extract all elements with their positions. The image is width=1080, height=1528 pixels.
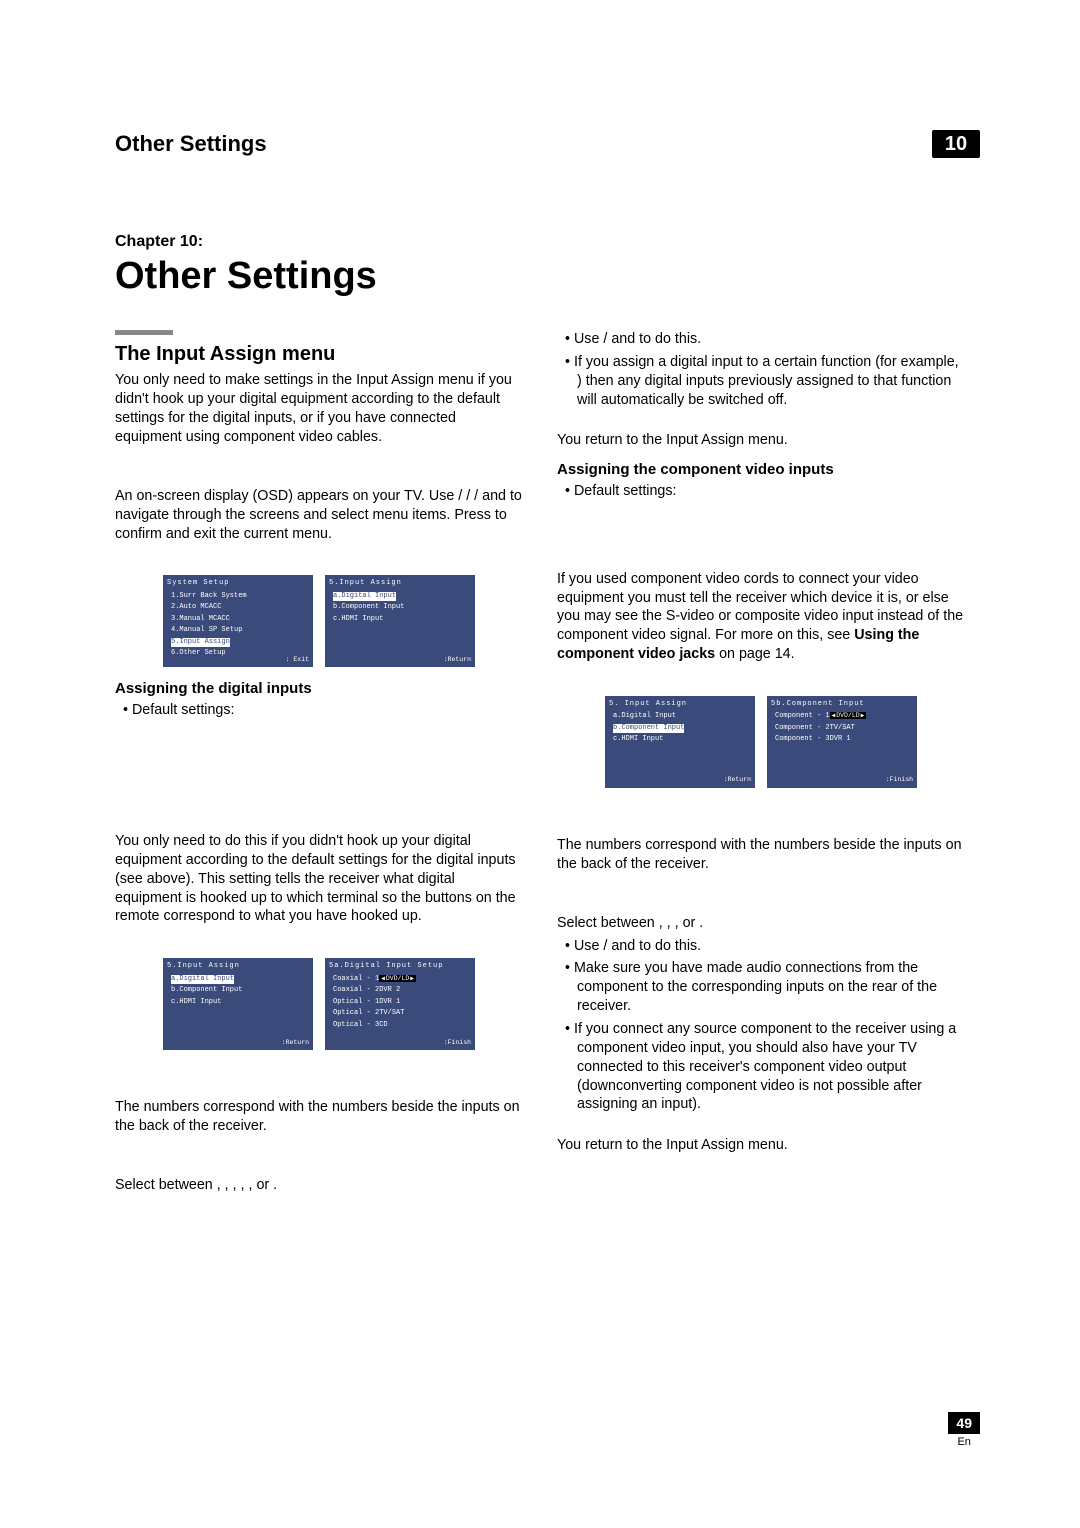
placeholder-step: [557, 800, 965, 818]
placeholder-step: [557, 818, 965, 836]
osd-title: System Setup: [167, 579, 309, 588]
page-content: Other Settings 10 Chapter 10: Other Sett…: [0, 0, 1080, 1259]
section-rule: [115, 330, 173, 335]
osd-item: a.Digital Input: [329, 591, 471, 602]
osd-footer: :Return: [444, 656, 471, 665]
body-text: Select between , , , or .: [557, 914, 965, 933]
chapter-chip: 10: [932, 130, 980, 158]
chapter-title: Other Settings: [115, 255, 980, 298]
placeholder-step: [115, 469, 523, 487]
right-column: Use / and to do this. If you assign a di…: [557, 330, 965, 1199]
osd-title: 5a.Digital Input Setup: [329, 962, 471, 971]
body-text: You return to the Input Assign menu.: [557, 1136, 965, 1155]
osd-row: Coaxial - 1DVD/LD: [329, 974, 471, 985]
osd-item: 4.Manual SP Setup: [167, 625, 309, 636]
chapter-label: Chapter 10:: [115, 233, 980, 251]
bullet-item: Make sure you have made audio connection…: [557, 959, 965, 1016]
placeholder-step: [557, 668, 965, 686]
body-text: You return to the Input Assign menu.: [557, 431, 965, 450]
header-title: Other Settings: [115, 131, 267, 157]
osd-screenshot-pair: System Setup 1.Surr Back System 2.Auto M…: [115, 575, 523, 667]
osd-title: 5.Input Assign: [329, 579, 471, 588]
osd-row: Optical - 1DVR 1: [329, 997, 471, 1008]
placeholder-step: [557, 896, 965, 914]
body-text: If you used component video cords to con…: [557, 570, 965, 664]
osd-footer: :Finish: [444, 1039, 471, 1048]
body-text: The numbers correspond with the numbers …: [115, 1098, 523, 1136]
two-column-layout: The Input Assign menu You only need to m…: [115, 330, 980, 1199]
placeholder-step: [115, 1080, 523, 1098]
osd-item: c.HDMI Input: [167, 997, 309, 1008]
osd-title: 5b.Component Input: [771, 700, 913, 709]
osd-item: 2.Auto MCACC: [167, 602, 309, 613]
osd-item: 5.Input Assign: [167, 637, 309, 648]
osd-system-setup: System Setup 1.Surr Back System 2.Auto M…: [163, 575, 313, 667]
osd-component-input: 5b.Component Input Component - 1DVD/LD C…: [767, 696, 917, 788]
osd-item: c.HDMI Input: [609, 734, 751, 745]
osd-row: Component - 2TV/SAT: [771, 723, 913, 734]
osd-item: c.HDMI Input: [329, 614, 471, 625]
bullet-item: Use / and to do this.: [557, 937, 965, 956]
bullet-item: Use / and to do this.: [557, 330, 965, 349]
osd-item: b.Component Input: [167, 985, 309, 996]
osd-item: a.Digital Input: [167, 974, 309, 985]
placeholder-step: [115, 1140, 523, 1158]
osd-digital-input-setup: 5a.Digital Input Setup Coaxial - 1DVD/LD…: [325, 958, 475, 1050]
osd-item: a.Digital Input: [609, 711, 751, 722]
body-text: You only need to do this if you didn't h…: [115, 832, 523, 926]
sub-heading: Assigning the component video inputs: [557, 460, 965, 480]
defaults-list: xxxxx: [115, 724, 523, 832]
osd-row: Optical - 3CD: [329, 1020, 471, 1031]
osd-title: 5. Input Assign: [609, 700, 751, 709]
page-language: En: [948, 1436, 980, 1448]
osd-footer: : Exit: [286, 656, 309, 665]
osd-item: b.Component Input: [329, 602, 471, 613]
osd-footer: :Return: [282, 1039, 309, 1048]
osd-row: Coaxial - 2DVR 2: [329, 985, 471, 996]
defaults-list: x – xx – xx – x: [557, 505, 965, 570]
placeholder-step: [557, 878, 965, 896]
osd-screenshot-pair: 5. Input Assign a.Digital Input b.Compon…: [557, 696, 965, 788]
page-footer: 49 En: [948, 1412, 980, 1448]
placeholder-step: [115, 451, 523, 469]
bullet-item: Default settings:: [115, 701, 523, 720]
placeholder-step: [557, 1118, 965, 1136]
osd-item: 1.Surr Back System: [167, 591, 309, 602]
osd-title: 5.Input Assign: [167, 962, 309, 971]
osd-input-assign: 5.Input Assign a.Digital Input b.Compone…: [163, 958, 313, 1050]
section-heading: The Input Assign menu: [115, 341, 523, 367]
osd-footer: :Return: [724, 776, 751, 785]
osd-row: Optical - 2TV/SAT: [329, 1008, 471, 1019]
left-column: The Input Assign menu You only need to m…: [115, 330, 523, 1199]
bullet-item: If you connect any source component to t…: [557, 1020, 965, 1114]
body-text: You only need to make settings in the In…: [115, 371, 523, 446]
placeholder-step: [115, 1158, 523, 1176]
page-number: 49: [948, 1412, 980, 1434]
body-text: The numbers correspond with the numbers …: [557, 836, 965, 874]
osd-input-assign: 5. Input Assign a.Digital Input b.Compon…: [605, 696, 755, 788]
placeholder-step: [557, 413, 965, 431]
sub-heading: Assigning the digital inputs: [115, 679, 523, 699]
osd-row: Component - 3DVR 1: [771, 734, 913, 745]
placeholder-step: [115, 547, 523, 565]
osd-input-assign: 5.Input Assign a.Digital Input b.Compone…: [325, 575, 475, 667]
bullet-item: Default settings:: [557, 482, 965, 501]
osd-footer: :Finish: [886, 776, 913, 785]
page-header: Other Settings 10: [115, 130, 980, 158]
bullet-item: If you assign a digital input to a certa…: [557, 353, 965, 410]
osd-row: Component - 1DVD/LD: [771, 711, 913, 722]
osd-item: b.Component Input: [609, 723, 751, 734]
body-text: An on-screen display (OSD) appears on yo…: [115, 487, 523, 544]
osd-item: 3.Manual MCACC: [167, 614, 309, 625]
placeholder-step: [115, 1062, 523, 1080]
body-text: Select between , , , , , or .: [115, 1176, 523, 1195]
placeholder-step: [115, 930, 523, 948]
osd-screenshot-pair: 5.Input Assign a.Digital Input b.Compone…: [115, 958, 523, 1050]
